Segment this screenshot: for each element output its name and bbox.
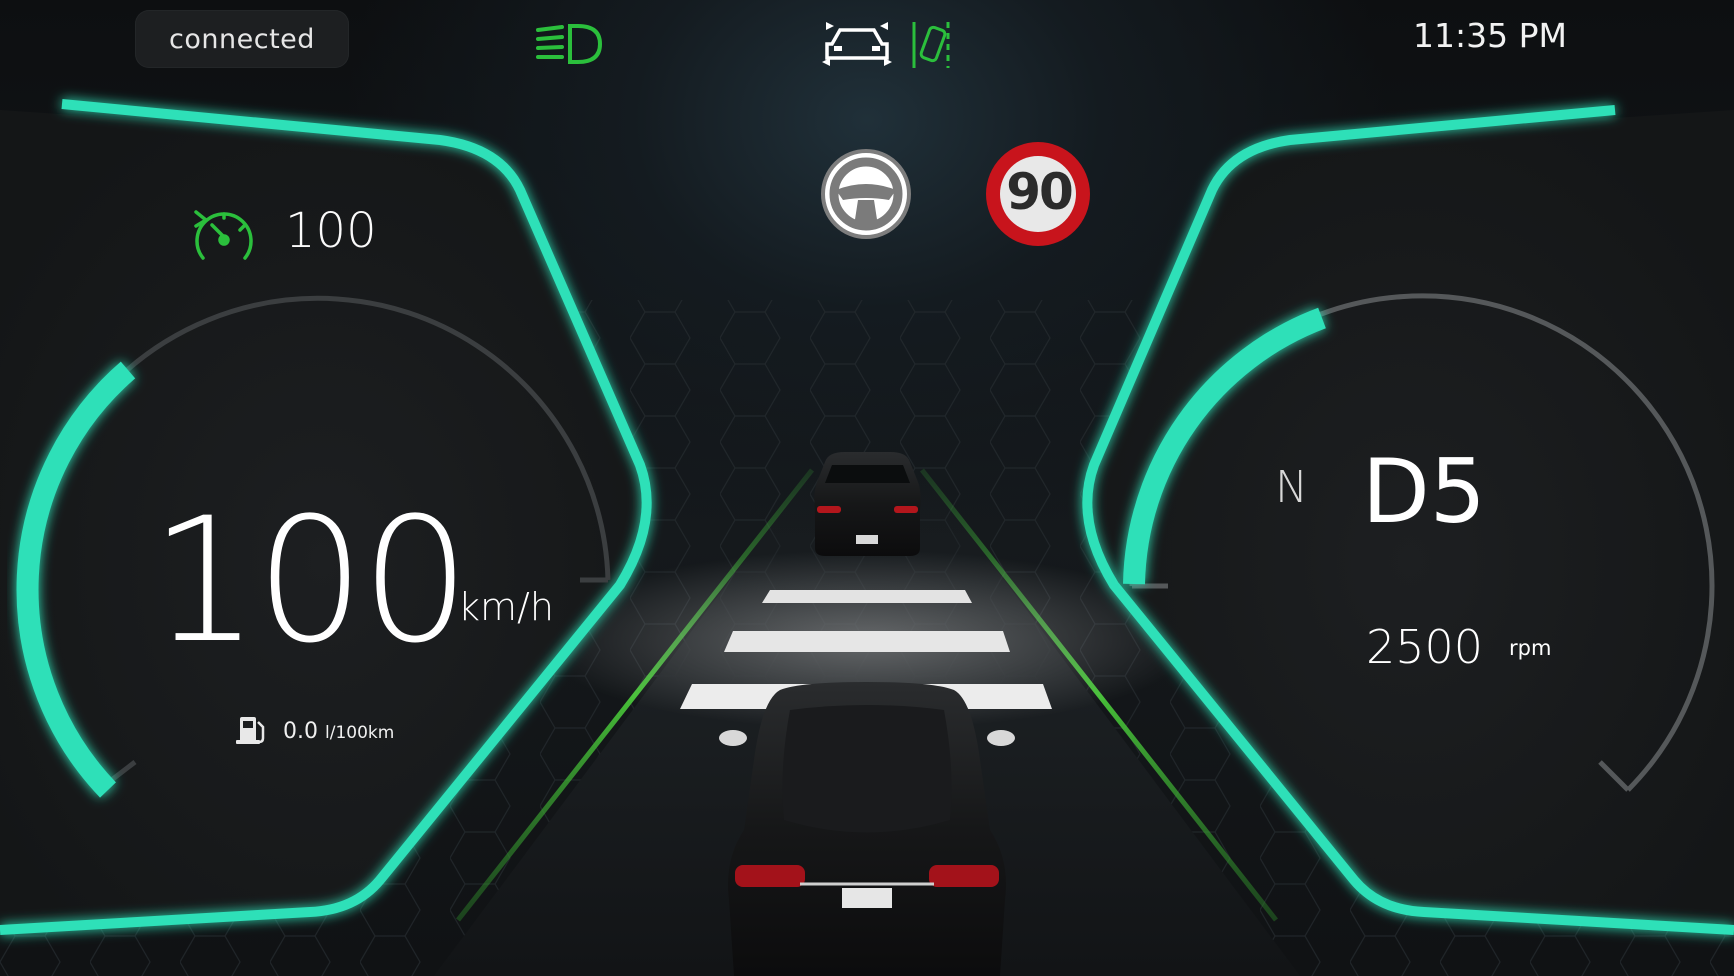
car-distance-assist-icon [822, 22, 892, 66]
fuel-consumption-unit: l/100km [325, 723, 395, 743]
clock-time: 11:35 PM [1413, 16, 1567, 55]
road-stripe [724, 631, 1010, 652]
road-stripe [762, 590, 972, 603]
current-speed: 100 [150, 480, 470, 681]
low-beam-headlight-icon [536, 24, 603, 64]
connection-status-badge: connected [135, 10, 349, 68]
lane-keep-icon [912, 22, 950, 68]
instrument-cluster: connected 11:35 PM 90 100 100 km/h 0.0 l… [0, 0, 1734, 976]
drive-mode-indicator: N [1275, 462, 1308, 513]
speed-unit: km/h [458, 585, 554, 629]
fuel-consumption: 0.0 l/100km [283, 719, 394, 744]
steering-wheel-icon [821, 149, 911, 239]
lead-vehicle [814, 452, 921, 556]
speed-limit-value: 90 [1006, 163, 1074, 221]
connection-status-label: connected [169, 23, 315, 55]
cruise-set-speed: 100 [285, 203, 377, 259]
engine-rpm: 2500 [1366, 620, 1484, 674]
ego-vehicle [719, 682, 1015, 976]
fuel-consumption-value: 0.0 [283, 719, 318, 744]
current-gear: D5 [1362, 440, 1486, 543]
rpm-unit: rpm [1509, 636, 1552, 660]
